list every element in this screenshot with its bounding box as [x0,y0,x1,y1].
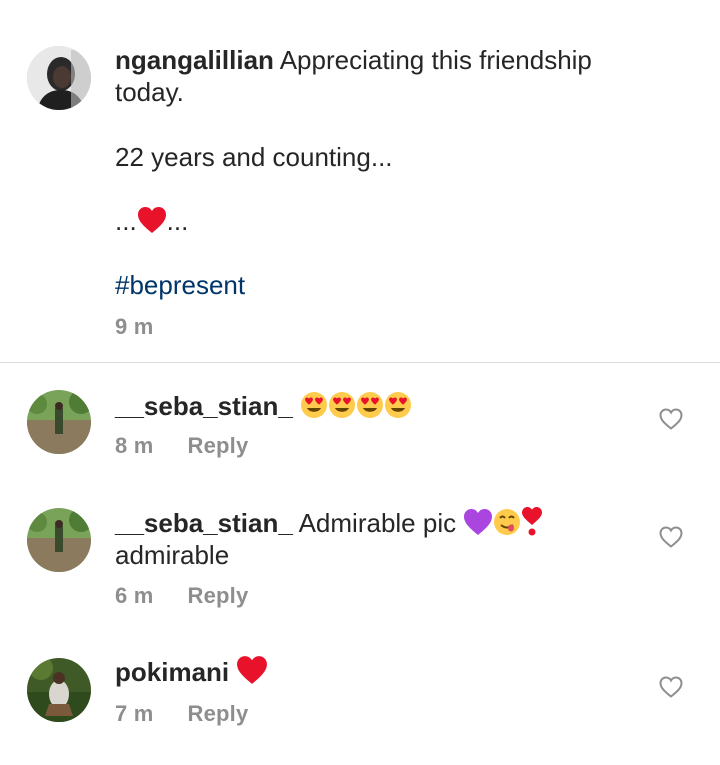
caption-avatar[interactable] [27,46,91,110]
caption-username[interactable]: ngangalillian [115,45,274,75]
exclamation-heart-emoji [522,507,543,536]
caption-ellipsis-suffix: ... [166,206,189,236]
red-heart-emoji [137,207,166,233]
reply-button[interactable]: Reply [188,701,249,726]
comment-emojis [300,391,412,421]
caption-ellipsis-prefix: ... [115,206,137,236]
comment-body-line2: admirable [115,540,230,570]
caption-line3: 22 years and counting... [115,142,393,172]
comment-meta: 6 m Reply [115,583,248,609]
comment-username[interactable]: __seba_stian_ [115,508,293,538]
caption-line2: today. [115,77,184,107]
caption-line4: ...... [115,205,188,237]
comment-text: __seba_stian_ Admirable pic admirable [115,506,655,571]
like-heart-icon[interactable] [659,526,683,548]
comment-body: Admirable pic [298,508,457,538]
comment-avatar[interactable] [27,508,91,572]
heart-eyes-emoji [385,392,412,418]
heart-eyes-emoji [301,392,328,418]
comment-time: 7 m [115,701,154,726]
comment-username[interactable]: __seba_stian_ [115,391,293,421]
reply-button[interactable]: Reply [188,433,249,458]
caption-divider [0,362,720,363]
profile-photo-outdoor [27,658,91,722]
purple-heart-emoji [464,509,493,535]
comment-time: 8 m [115,433,154,458]
profile-photo-woman [27,46,91,110]
comment-emojis [463,507,543,538]
comment-time: 6 m [115,583,154,608]
caption-hashtag[interactable]: #bepresent [115,269,245,301]
yum-face-emoji [494,509,521,535]
caption-line1: Appreciating this friendship [279,45,592,75]
comment-avatar[interactable] [27,390,91,454]
comment-meta: 8 m Reply [115,433,248,459]
profile-photo-garden [27,390,91,454]
like-heart-icon[interactable] [659,676,683,698]
reply-button[interactable]: Reply [188,583,249,608]
heart-eyes-emoji [329,392,356,418]
comment-text: __seba_stian_ [115,390,412,422]
comment-meta: 7 m Reply [115,701,248,727]
caption-text: ngangalillian Appreciating this friendsh… [115,44,675,108]
like-heart-icon[interactable] [659,408,683,430]
comment-text: pokimani [115,655,268,688]
red-heart-emoji [237,656,268,684]
comment-username[interactable]: pokimani [115,657,229,687]
heart-eyes-emoji [357,392,384,418]
profile-photo-garden [27,508,91,572]
caption-time: 9 m [115,314,154,339]
comment-avatar[interactable] [27,658,91,722]
